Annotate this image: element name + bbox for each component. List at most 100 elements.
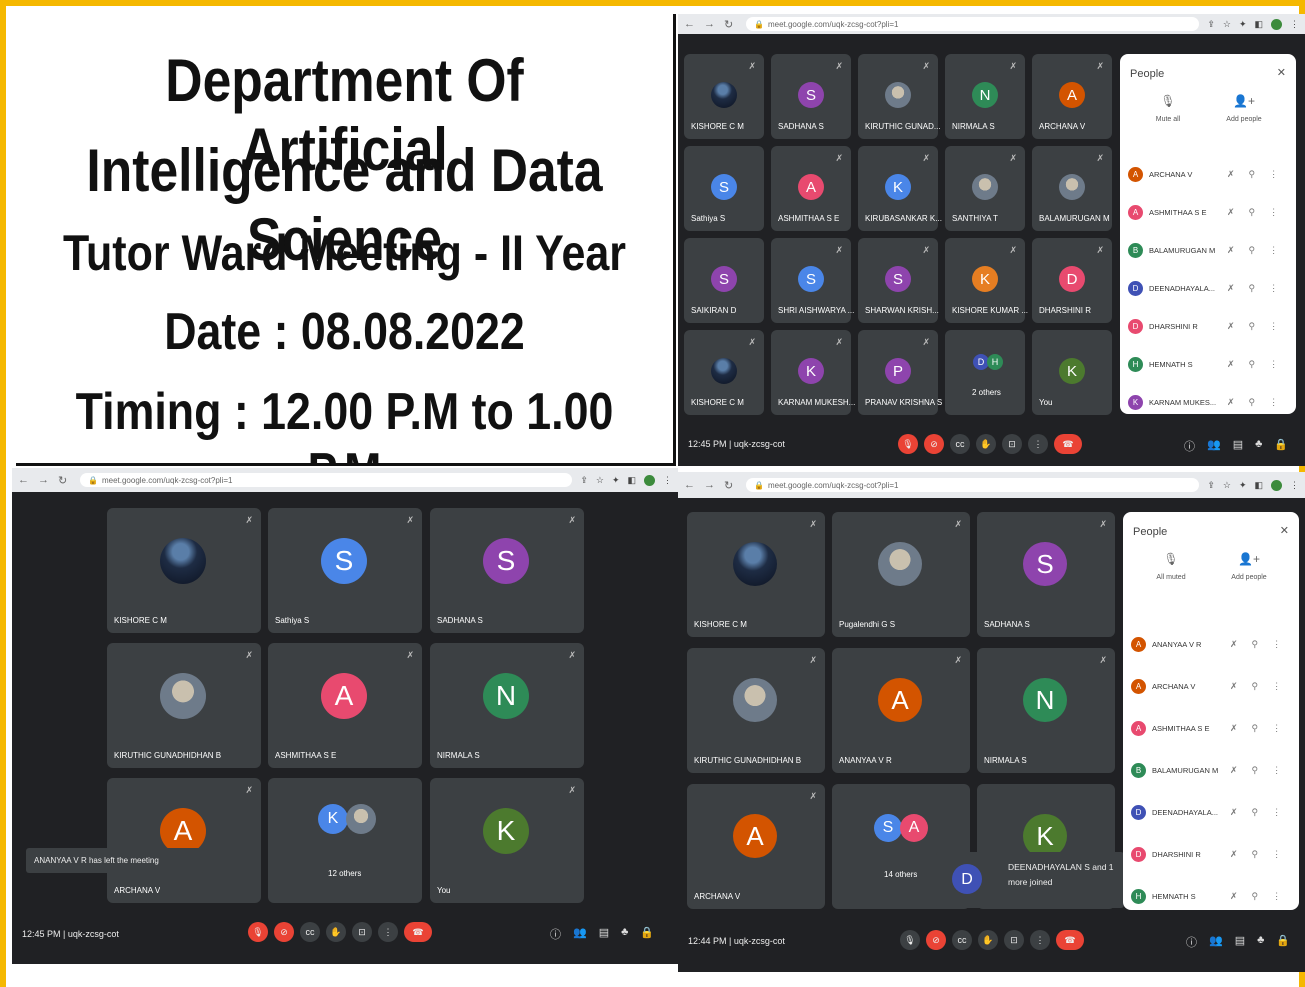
raise-hand-button[interactable]: ✋ [326, 922, 346, 942]
pin-icon[interactable]: ⚲ [1249, 169, 1256, 180]
extension-icon[interactable]: ✦ [612, 475, 620, 486]
reload-icon[interactable]: ↻ [724, 479, 733, 492]
participant-tile-self[interactable]: ✗ K You [430, 778, 584, 903]
camera-toggle-button[interactable]: ⊘ [274, 922, 294, 942]
participant-tile[interactable]: ✗ A ANANYAA V R [832, 648, 970, 773]
participant-tile[interactable]: ✗ A ASHMITHAA S E [771, 146, 851, 231]
people-row[interactable]: A ASHMITHAA S E ✗ ⚲ ⋮ [1131, 718, 1291, 738]
add-people-button[interactable]: 👤+ Add people [1219, 552, 1279, 581]
info-icon[interactable]: ⓘ [550, 926, 561, 942]
more-options-button[interactable]: ⋮ [378, 922, 398, 942]
captions-button[interactable]: cc [300, 922, 320, 942]
participant-tile[interactable]: ✗ S Sathiya S [268, 508, 422, 633]
participant-tile[interactable]: ✗ KIRUTHIC GUNAD... [858, 54, 941, 139]
people-row[interactable]: D DEENADHAYALA... ✗ ⚲ ⋮ [1131, 802, 1291, 822]
participant-tile[interactable]: ✗ K KARNAM MUKESH... [771, 330, 855, 415]
more-icon[interactable]: ⋮ [1272, 807, 1281, 818]
more-icon[interactable]: ⋮ [1272, 765, 1281, 776]
more-icon[interactable]: ⋮ [1272, 723, 1281, 734]
mic-toggle-button[interactable]: 🎙︎ [900, 930, 920, 950]
address-bar[interactable]: 🔒 meet.google.com/uqk-zcsg-cot?pli=1 [746, 478, 1200, 492]
pin-icon[interactable]: ⚲ [1252, 891, 1259, 902]
participant-tile[interactable]: ✗ KISHORE C M [684, 330, 764, 415]
participant-tile[interactable]: ✗ KISHORE C M [107, 508, 261, 633]
activities-icon[interactable]: ♣ [1255, 438, 1262, 454]
participant-tile[interactable]: ✗ N NIRMALA S [945, 54, 1025, 139]
pin-icon[interactable]: ⚲ [1252, 807, 1259, 818]
back-icon[interactable]: ← [684, 479, 695, 492]
participant-tile[interactable]: ✗ KISHORE C M [687, 512, 825, 637]
participant-tile[interactable]: ✗ SANTHIYA T [945, 146, 1025, 231]
people-row[interactable]: H HEMNATH S ✗ ⚲ ⋮ [1128, 354, 1288, 374]
participant-tile[interactable]: ✗ S SADHANA S [977, 512, 1115, 637]
chat-icon[interactable]: ▤ [1235, 934, 1245, 950]
participant-tile[interactable]: ✗ S SADHANA S [771, 54, 851, 139]
profile-avatar[interactable] [1271, 479, 1282, 491]
leave-call-button[interactable]: ☎ [1054, 434, 1082, 454]
info-icon[interactable]: ⓘ [1184, 438, 1195, 454]
pin-icon[interactable]: ⚲ [1249, 245, 1256, 256]
pin-icon[interactable]: ⚲ [1249, 207, 1256, 218]
reload-icon[interactable]: ↻ [58, 474, 67, 487]
mic-toggle-button[interactable]: 🎙︎ [898, 434, 918, 454]
people-row[interactable]: A ARCHANA V ✗ ⚲ ⋮ [1131, 676, 1291, 696]
pin-icon[interactable]: ⚲ [1252, 639, 1259, 650]
menu-icon[interactable]: ⋮ [663, 475, 672, 486]
more-icon[interactable]: ⋮ [1272, 849, 1281, 860]
participant-tile[interactable]: ✗ D DHARSHINI R [1032, 238, 1112, 323]
participant-tile[interactable]: S SAIKIRAN D [684, 238, 764, 323]
participant-tile[interactable]: ✗ K KISHORE KUMAR ... [945, 238, 1028, 323]
participant-tile[interactable]: ✗ S SADHANA S [430, 508, 584, 633]
host-controls-icon[interactable]: 🔒 [640, 926, 654, 942]
info-icon[interactable]: ⓘ [1186, 934, 1197, 950]
participant-tile[interactable]: ✗ KIRUTHIC GUNADHIDHAN B [107, 643, 261, 768]
leave-call-button[interactable]: ☎ [1056, 930, 1084, 950]
camera-toggle-button[interactable]: ⊘ [926, 930, 946, 950]
extension-icon[interactable]: ✦ [1239, 19, 1247, 30]
present-button[interactable]: ⊡ [1002, 434, 1022, 454]
share-icon[interactable]: ⇪ [1207, 19, 1215, 30]
participant-tile[interactable]: ✗ A ARCHANA V [107, 778, 261, 903]
captions-button[interactable]: cc [950, 434, 970, 454]
more-icon[interactable]: ⋮ [1269, 245, 1278, 256]
participant-tile[interactable]: ✗ N NIRMALA S [430, 643, 584, 768]
profile-avatar[interactable] [1271, 18, 1282, 30]
pin-icon[interactable]: ⚲ [1249, 321, 1256, 332]
participant-tile[interactable]: ✗ N NIRMALA S [977, 648, 1115, 773]
participant-tile[interactable]: ✗ P PRANAV KRISHNA S [858, 330, 942, 415]
pin-icon[interactable]: ⚲ [1252, 723, 1259, 734]
participant-tile[interactable]: ✗ A ARCHANA V [687, 784, 825, 909]
participant-tile[interactable]: ✗ A ARCHANA V [1032, 54, 1112, 139]
menu-icon[interactable]: ⋮ [1290, 19, 1299, 30]
people-row[interactable]: H HEMNATH S ✗ ⚲ ⋮ [1131, 886, 1291, 906]
present-button[interactable]: ⊡ [1004, 930, 1024, 950]
people-row[interactable]: A ANANYAA V R ✗ ⚲ ⋮ [1131, 634, 1291, 654]
participant-tile[interactable]: ✗ A ASHMITHAA S E [268, 643, 422, 768]
forward-icon[interactable]: → [38, 474, 49, 487]
more-options-button[interactable]: ⋮ [1030, 930, 1050, 950]
people-row[interactable]: K KARNAM MUKES... ✗ ⚲ ⋮ [1128, 392, 1288, 412]
people-icon[interactable]: 👥 [1207, 438, 1221, 454]
participant-tile[interactable]: S Sathiya S [684, 146, 764, 231]
pin-icon[interactable]: ⚲ [1249, 359, 1256, 370]
star-icon[interactable]: ☆ [596, 475, 604, 486]
more-icon[interactable]: ⋮ [1269, 359, 1278, 370]
back-icon[interactable]: ← [684, 18, 695, 31]
people-row[interactable]: D DHARSHINI R ✗ ⚲ ⋮ [1131, 844, 1291, 864]
more-icon[interactable]: ⋮ [1272, 681, 1281, 692]
participant-tile-others[interactable]: K 12 others [268, 778, 422, 903]
activities-icon[interactable]: ♣ [621, 926, 628, 942]
present-button[interactable]: ⊡ [352, 922, 372, 942]
pin-icon[interactable]: ⚲ [1252, 681, 1259, 692]
share-icon[interactable]: ⇪ [580, 475, 588, 486]
more-icon[interactable]: ⋮ [1272, 891, 1281, 902]
pin-icon[interactable]: ⚲ [1252, 849, 1259, 860]
profile-avatar[interactable] [644, 474, 655, 486]
people-row[interactable]: B BALAMURUGAN M ✗ ⚲ ⋮ [1128, 240, 1288, 260]
participant-tile[interactable]: ✗ KISHORE C M [684, 54, 764, 139]
mic-toggle-button[interactable]: 🎙︎ [248, 922, 268, 942]
participant-tile[interactable]: ✗ Pugalendhi G S [832, 512, 970, 637]
star-icon[interactable]: ☆ [1223, 480, 1231, 491]
people-row[interactable]: B BALAMURUGAN M ✗ ⚲ ⋮ [1131, 760, 1291, 780]
pin-icon[interactable]: ⚲ [1249, 397, 1256, 408]
